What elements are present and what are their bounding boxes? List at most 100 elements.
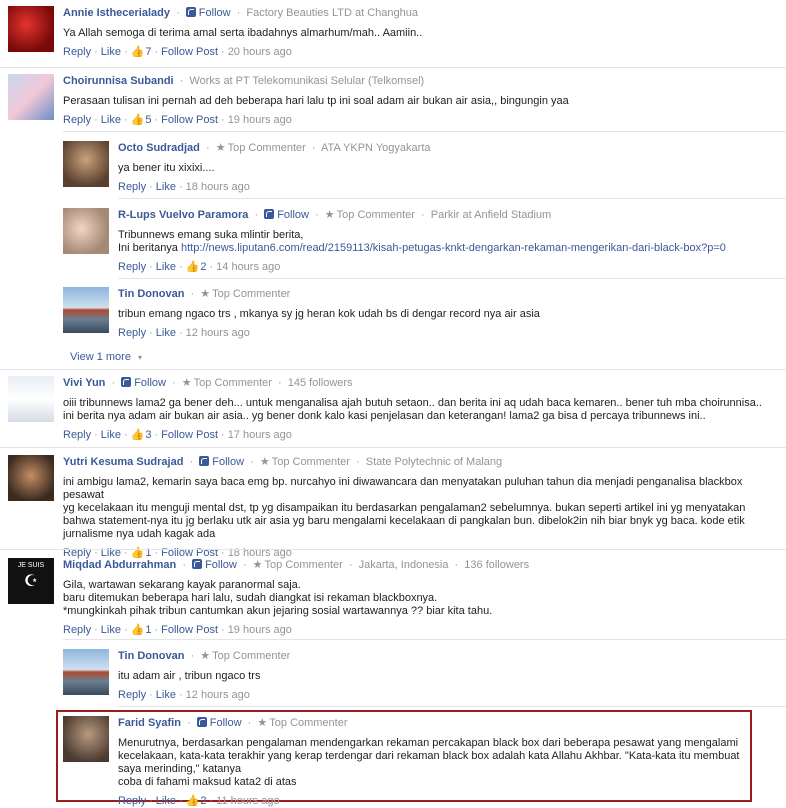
thumbs-up-icon: 👍	[130, 624, 145, 636]
top-commenter-badge: Top Commenter	[264, 559, 343, 571]
commenter-location: Jakarta, Indonesia	[358, 559, 449, 571]
top-commenter-badge: Top Commenter	[212, 288, 291, 300]
avatar[interactable]	[63, 716, 109, 762]
like-link[interactable]: Like	[101, 624, 121, 636]
timestamp[interactable]: 12 hours ago	[186, 689, 250, 701]
like-link[interactable]: Like	[156, 327, 176, 339]
comment-text: Perasaan tulisan ini pernah ad deh beber…	[63, 95, 569, 107]
calligraphy-icon: ☪	[23, 573, 39, 590]
timestamp[interactable]: 11 hours ago	[216, 795, 279, 807]
follow-post-link[interactable]: Follow Post	[161, 624, 218, 636]
follow-link[interactable]: Follow	[277, 209, 309, 221]
reply-link[interactable]: Reply	[118, 689, 146, 701]
follow-link[interactable]: Follow	[210, 717, 242, 729]
like-link[interactable]: Like	[101, 114, 121, 126]
like-link[interactable]: Like	[101, 429, 121, 441]
avatar[interactable]	[63, 649, 109, 695]
reply-link[interactable]: Reply	[118, 261, 146, 273]
commenter-name[interactable]: Yutri Kesuma Sudrajad	[63, 456, 183, 468]
avatar[interactable]	[8, 6, 54, 52]
reply-link[interactable]: Reply	[63, 46, 91, 58]
follow-icon	[196, 717, 207, 727]
view-more-link[interactable]: View 1 more	[70, 351, 131, 363]
commenter-name[interactable]: Choirunnisa Subandi	[63, 75, 174, 87]
top-commenter-badge: Top Commenter	[193, 377, 272, 389]
top-commenter-badge: Top Commenter	[227, 142, 306, 154]
commenter-name[interactable]: Farid Syafin	[118, 717, 181, 729]
thumbs-up-icon: 👍	[130, 429, 145, 441]
divider	[118, 198, 786, 199]
follow-link[interactable]: Follow	[134, 377, 166, 389]
star-icon: ★	[259, 456, 270, 468]
star-icon: ★	[257, 717, 268, 729]
timestamp[interactable]: 19 hours ago	[228, 624, 292, 636]
commenter-name[interactable]: Octo Sudradjad	[118, 142, 200, 154]
top-commenter-badge: Top Commenter	[271, 456, 350, 468]
reply-link[interactable]: Reply	[118, 327, 146, 339]
thumbs-up-icon: 👍	[130, 114, 145, 126]
thumbs-up-icon: 👍	[130, 46, 145, 58]
avatar[interactable]	[63, 287, 109, 333]
follow-icon	[264, 209, 275, 219]
star-icon: ★	[252, 559, 263, 571]
avatar[interactable]: JE SUIS ☪	[8, 558, 54, 604]
divider	[118, 278, 786, 279]
timestamp[interactable]: 18 hours ago	[186, 181, 250, 193]
avatar[interactable]	[8, 455, 54, 501]
avatar[interactable]	[63, 208, 109, 254]
comment-text: Gila, wartawan sekarang kayak paranormal…	[63, 579, 493, 617]
like-link[interactable]: Like	[156, 689, 176, 701]
like-link[interactable]: Like	[101, 46, 121, 58]
like-link[interactable]: Like	[156, 181, 176, 193]
reply-link[interactable]: Reply	[118, 795, 146, 807]
timestamp[interactable]: 17 hours ago	[228, 429, 292, 441]
timestamp[interactable]: 19 hours ago	[228, 114, 292, 126]
avatar[interactable]	[8, 74, 54, 120]
comment-annie: Annie Isthecerialady · Follow · Factory …	[0, 6, 786, 66]
follow-icon	[185, 7, 196, 17]
reply-link[interactable]: Reply	[118, 181, 146, 193]
like-link[interactable]: Like	[156, 261, 176, 273]
follow-post-link[interactable]: Follow Post	[161, 46, 218, 58]
divider	[0, 369, 786, 370]
comment-text: oiii tribunnews lama2 ga bener deh... un…	[63, 397, 762, 422]
star-icon: ★	[200, 288, 211, 300]
divider	[118, 706, 786, 707]
follow-link[interactable]: Follow	[212, 456, 244, 468]
divider	[0, 67, 786, 68]
star-icon: ★	[215, 142, 226, 154]
star-icon: ★	[324, 209, 335, 221]
follow-link[interactable]: Follow	[205, 559, 237, 571]
like-link[interactable]: Like	[156, 795, 176, 807]
commenter-name[interactable]: Vivi Yun	[63, 377, 105, 389]
chevron-down-icon: ▾	[138, 353, 143, 362]
avatar[interactable]	[8, 376, 54, 422]
follow-post-link[interactable]: Follow Post	[161, 429, 218, 441]
top-commenter-badge: Top Commenter	[336, 209, 415, 221]
comment-text: Menurutnya, berdasarkan pengalaman mende…	[118, 737, 740, 788]
divider	[0, 447, 786, 448]
commenter-name[interactable]: Annie Isthecerialady	[63, 7, 170, 19]
commenter-meta: Parkir at Anfield Stadium	[430, 209, 552, 221]
reply-link[interactable]: Reply	[63, 429, 91, 441]
reply-link[interactable]: Reply	[63, 114, 91, 126]
commenter-meta: State Polytechnic of Malang	[365, 456, 503, 468]
follow-post-link[interactable]: Follow Post	[161, 114, 218, 126]
follow-link[interactable]: Follow	[199, 7, 231, 19]
view-more-replies[interactable]: View 1 more ▾	[70, 351, 142, 363]
reply-link[interactable]: Reply	[63, 624, 91, 636]
follower-count: 145 followers	[287, 377, 353, 389]
timestamp[interactable]: 12 hours ago	[186, 327, 250, 339]
commenter-name[interactable]: Tin Donovan	[118, 650, 184, 662]
article-link[interactable]: http://news.liputan6.com/read/2159113/ki…	[181, 242, 726, 254]
commenter-name[interactable]: Miqdad Abdurrahman	[63, 559, 176, 571]
commenter-name[interactable]: Tin Donovan	[118, 288, 184, 300]
divider	[63, 639, 786, 640]
follower-count: 136 followers	[464, 559, 530, 571]
top-commenter-badge: Top Commenter	[269, 717, 348, 729]
timestamp[interactable]: 14 hours ago	[216, 261, 280, 273]
commenter-name[interactable]: R-Lups Vuelvo Paramora	[118, 209, 248, 221]
avatar[interactable]	[63, 141, 109, 187]
timestamp[interactable]: 20 hours ago	[228, 46, 292, 58]
comment-text: tribun emang ngaco trs , mkanya sy jg he…	[118, 308, 540, 320]
